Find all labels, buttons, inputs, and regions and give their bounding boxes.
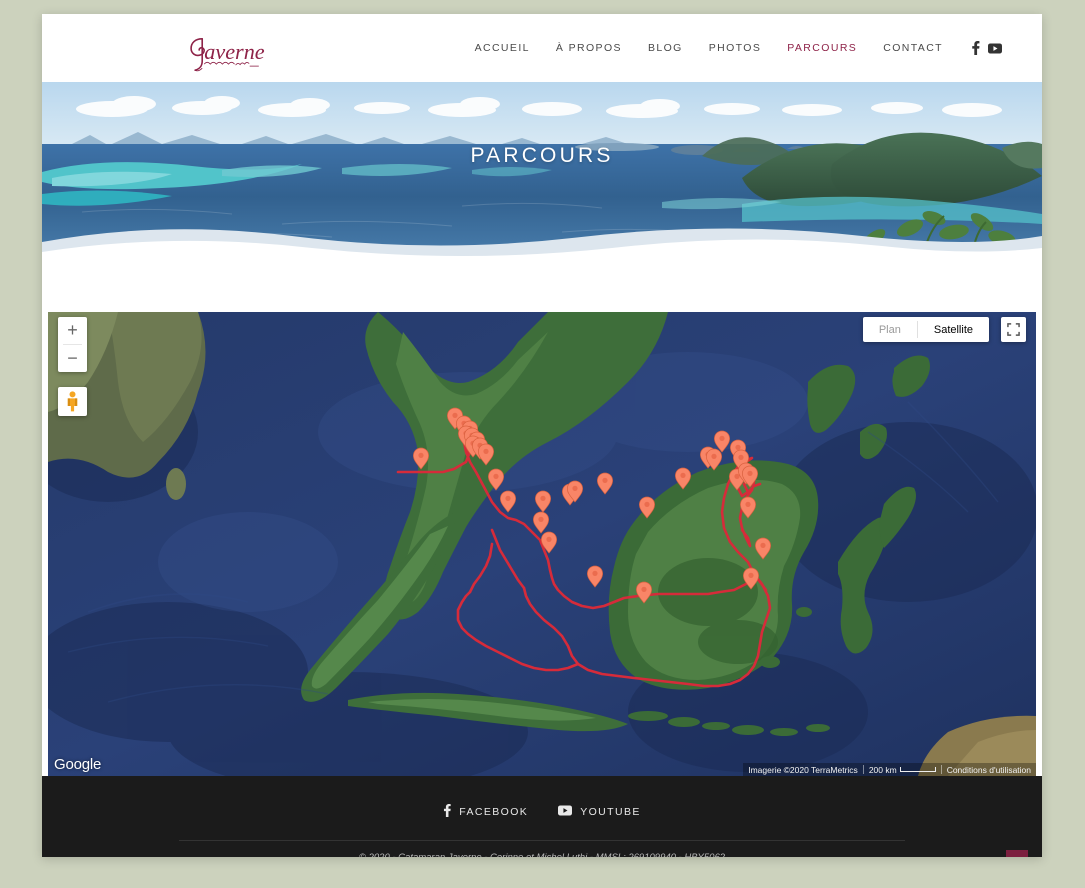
hero-wave-divider [42,228,1042,262]
map-zoom-controls[interactable]: + − [58,317,87,372]
map-canvas[interactable] [48,312,1036,776]
nav-item-parcours[interactable]: PARCOURS [787,42,857,54]
map-fullscreen-button[interactable] [1001,317,1026,342]
svg-text:averne: averne [204,39,265,64]
facebook-icon[interactable] [971,41,980,55]
zoom-in-button[interactable]: + [58,317,87,344]
nav-item-contact[interactable]: CONTACT [883,42,943,54]
facebook-icon [443,804,451,820]
footer-youtube-link[interactable]: YOUTUBE [558,805,641,819]
map-type-control[interactable]: Plan Satellite [862,317,989,342]
scroll-to-top-button[interactable] [1006,850,1028,857]
imagery-attribution: Imagerie ©2020 TerraMetrics [748,764,858,775]
javerne-logo-icon: averne [190,38,265,72]
footer-facebook-label: FACEBOOK [459,806,529,818]
map-attribution-bar: Imagerie ©2020 TerraMetrics 200 km Condi… [743,763,1036,776]
route-map[interactable]: + − Plan Satellite Google Imagerie ©2020… [48,312,1036,776]
page-container: averne ACCUEIL À PROPOS BLOG PHOTOS PARC… [42,14,1042,857]
footer-divider [179,840,905,841]
youtube-icon[interactable] [988,42,1002,54]
map-scale-bar [899,767,936,772]
copyright-line: © 2020 - Catamaran Javerne - Corinne et … [42,851,1042,857]
footer-social-links: FACEBOOK YOUTUBE [42,776,1042,820]
content-spacer [42,262,1042,312]
hero-banner: PARCOURS [42,82,1042,262]
zoom-out-button[interactable]: − [58,345,87,372]
map-scale: 200 km [864,763,941,776]
youtube-icon [558,805,573,819]
page-title: PARCOURS [470,144,614,168]
main-navigation: ACCUEIL À PROPOS BLOG PHOTOS PARCOURS CO… [475,14,1002,82]
nav-item-blog[interactable]: BLOG [648,42,683,54]
nav-item-photos[interactable]: PHOTOS [709,42,762,54]
street-view-pegman-button[interactable] [58,387,87,416]
terms-of-use-link[interactable]: Conditions d'utilisation [942,763,1036,776]
header-social-links [971,41,1002,55]
map-type-plan-button[interactable]: Plan [863,317,917,342]
map-scale-label: 200 km [868,764,897,775]
site-footer: FACEBOOK YOUTUBE © 2020 - Catamaran Jave… [42,776,1042,857]
site-logo[interactable]: averne [182,34,278,76]
google-attribution-logo: Google [54,756,102,773]
site-header: averne ACCUEIL À PROPOS BLOG PHOTOS PARC… [42,14,1042,82]
nav-item-accueil[interactable]: ACCUEIL [475,42,530,54]
footer-copyright: © 2020 - Catamaran Javerne - Corinne et … [42,851,1042,857]
map-type-satellite-button[interactable]: Satellite [918,317,989,342]
nav-item-a-propos[interactable]: À PROPOS [556,42,622,54]
pegman-icon [67,391,78,412]
footer-facebook-link[interactable]: FACEBOOK [443,804,528,820]
footer-youtube-label: YOUTUBE [580,806,641,818]
fullscreen-icon [1007,323,1020,336]
